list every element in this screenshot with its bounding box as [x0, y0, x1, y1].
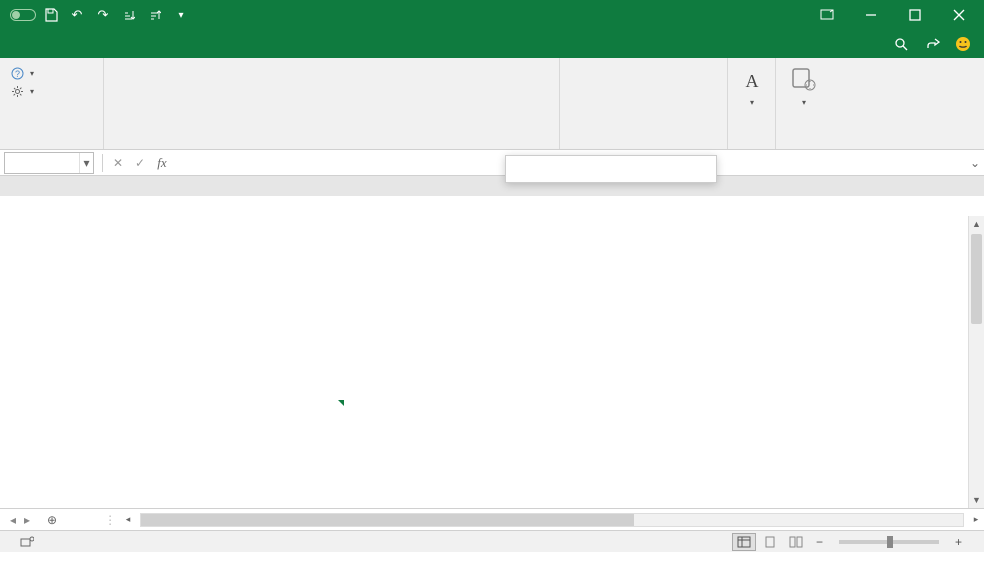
close-icon[interactable]: [938, 0, 980, 30]
title-bar: ↶ ↷ ▾: [0, 0, 984, 30]
sheet-tabs-bar: ◂▸ ⊕ ⋮ ◂ ▸: [0, 508, 984, 530]
sort-asc-icon[interactable]: [118, 4, 140, 26]
toggle-off-icon[interactable]: [10, 9, 36, 21]
scroll-left-icon[interactable]: ◂: [120, 512, 136, 528]
save-icon[interactable]: [40, 4, 62, 26]
options-button[interactable]: [6, 82, 38, 100]
maximize-icon[interactable]: [894, 0, 936, 30]
redo-icon[interactable]: ↷: [92, 4, 114, 26]
ribbon: ? A ▾ ▾: [0, 58, 984, 150]
error-triangle-icon[interactable]: [338, 400, 344, 406]
group-label-ultimate: [0, 147, 103, 149]
gear-icon: [10, 84, 24, 98]
spreadsheet-grid[interactable]: ▲ ▼: [0, 196, 984, 508]
name-box[interactable]: ▾: [4, 152, 94, 174]
autosave-toggle[interactable]: [8, 9, 36, 21]
cancel-formula-icon[interactable]: ✕: [107, 152, 129, 174]
qat-customize-icon[interactable]: ▾: [170, 4, 192, 26]
manage-button[interactable]: ▾: [782, 62, 826, 109]
formula-bar: ▾ ✕ ✓ fx ⌄: [0, 150, 984, 176]
group-label-merge: [104, 147, 559, 149]
enter-formula-icon[interactable]: ✓: [129, 152, 151, 174]
ribbon-display-icon[interactable]: [806, 0, 848, 30]
status-bar: − +: [0, 530, 984, 552]
zoom-out-button[interactable]: −: [810, 535, 829, 549]
help-button[interactable]: ?: [6, 64, 38, 82]
sort-desc-icon[interactable]: [144, 4, 166, 26]
group-label-dedupe: [560, 147, 727, 149]
fx-icon[interactable]: fx: [151, 152, 173, 174]
column-headers: [0, 176, 984, 196]
text-button[interactable]: A ▾: [734, 62, 770, 109]
vertical-scrollbar[interactable]: ▲ ▼: [968, 216, 984, 508]
sheet-next-icon[interactable]: ▸: [20, 513, 34, 527]
scrollbar-thumb[interactable]: [971, 234, 982, 324]
help-icon: ?: [10, 66, 24, 80]
scroll-right-icon[interactable]: ▸: [968, 512, 984, 528]
minimize-icon[interactable]: [850, 0, 892, 30]
scrollbar-thumb[interactable]: [141, 514, 634, 526]
search-button[interactable]: [888, 30, 918, 58]
sheet-nav[interactable]: ◂▸: [0, 513, 40, 527]
svg-text:?: ?: [14, 69, 19, 79]
smiley-icon[interactable]: [948, 30, 978, 58]
scroll-down-icon[interactable]: ▼: [969, 492, 984, 508]
manage-icon: [788, 64, 820, 96]
horizontal-scrollbar[interactable]: ⋮ ◂ ▸: [104, 512, 984, 528]
expand-formula-icon[interactable]: ⌄: [966, 152, 984, 174]
tooltip: [505, 155, 717, 183]
undo-icon[interactable]: ↶: [66, 4, 88, 26]
normal-view-icon[interactable]: [732, 533, 756, 551]
chevron-down-icon: [28, 67, 34, 79]
chevron-down-icon: [28, 85, 34, 97]
scroll-up-icon[interactable]: ▲: [969, 216, 984, 232]
zoom-slider[interactable]: [839, 540, 939, 544]
text-icon: A: [736, 64, 768, 96]
chevron-down-icon[interactable]: ▾: [79, 153, 93, 173]
macro-record-icon[interactable]: [20, 536, 34, 548]
add-sheet-button[interactable]: ⊕: [40, 513, 64, 527]
zoom-in-button[interactable]: +: [949, 535, 968, 549]
svg-text:A: A: [746, 71, 759, 91]
share-icon[interactable]: [918, 30, 948, 58]
ribbon-tabs: [0, 30, 984, 58]
page-break-view-icon[interactable]: [784, 533, 808, 551]
sheet-prev-icon[interactable]: ◂: [6, 513, 20, 527]
page-layout-view-icon[interactable]: [758, 533, 782, 551]
